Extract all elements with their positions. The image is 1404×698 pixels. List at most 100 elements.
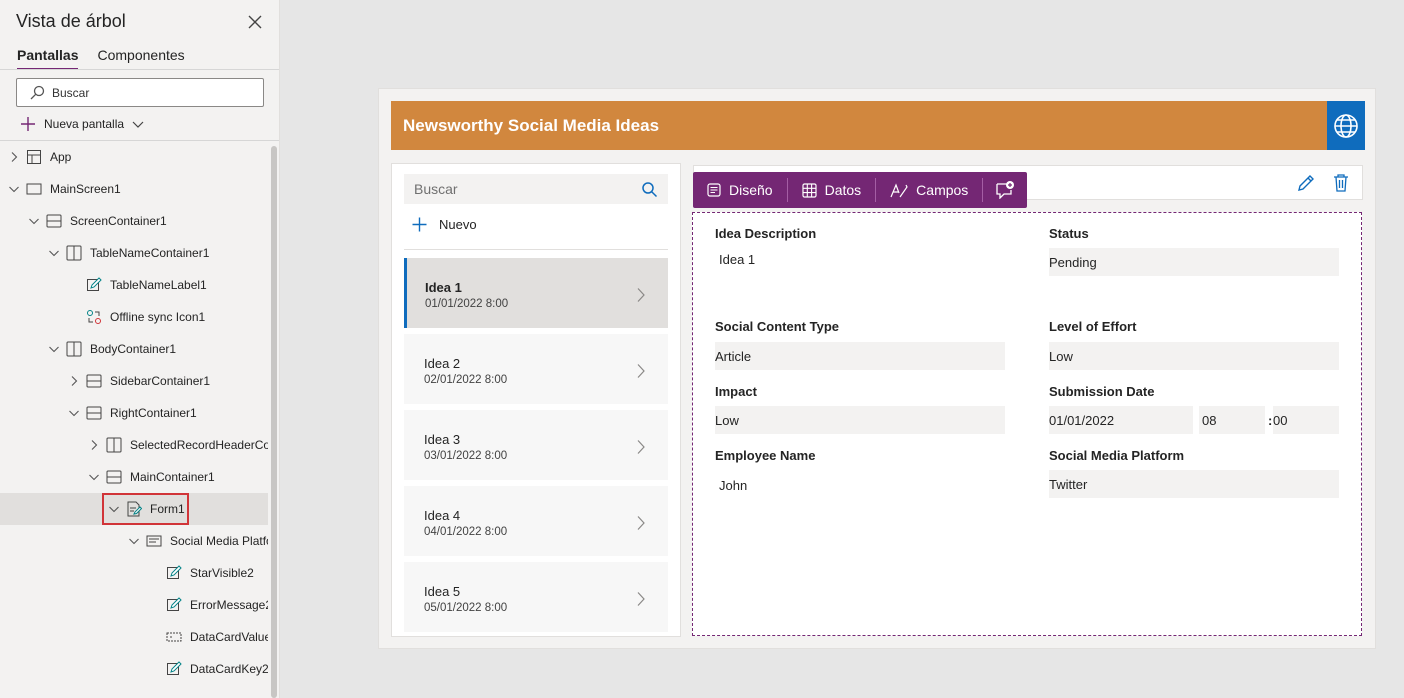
search-icon <box>642 181 658 197</box>
chevron-down-icon[interactable] <box>48 343 60 355</box>
tree-node-label: BodyContainer1 <box>90 342 177 356</box>
tree-node[interactable]: DataCardKey2 <box>0 653 268 685</box>
date-picker[interactable]: 01/01/2022 <box>1049 406 1193 434</box>
screen-icon <box>26 181 42 197</box>
field-input-social-media-platform[interactable]: Twitter <box>1049 470 1339 498</box>
chevron-down-icon[interactable] <box>108 503 120 515</box>
tree-node-label: MainScreen1 <box>50 182 121 196</box>
chevron-right-icon <box>636 439 646 458</box>
tree-node[interactable]: StarVisible2 <box>0 557 268 589</box>
form1[interactable]: Idea Description Idea 1 Status Pending S… <box>692 212 1362 636</box>
tree-node[interactable]: Offline sync Icon1 <box>0 301 268 333</box>
new-screen-button[interactable]: Nueva pantalla <box>20 116 144 132</box>
minute-dropdown[interactable]: 00 <box>1273 406 1339 434</box>
tree-node[interactable]: SidebarContainer1 <box>0 365 268 397</box>
divider <box>404 249 668 250</box>
tree-node[interactable]: ErrorMessage2 <box>0 589 268 621</box>
field-input-impact[interactable]: Low <box>715 406 1005 434</box>
sidebar-search-input[interactable]: Buscar <box>404 174 668 204</box>
hour-dropdown[interactable]: 08 <box>1199 406 1265 434</box>
tree-view-panel: Vista de árbol Pantallas Componentes Bus… <box>0 0 280 698</box>
edit-button[interactable] <box>1296 173 1316 196</box>
table-icon <box>801 182 817 198</box>
tree-node[interactable]: SelectedRecordHeaderContainer1 <box>0 429 268 461</box>
globe-icon <box>1334 113 1358 138</box>
scrollbar[interactable] <box>271 146 277 698</box>
tree-node[interactable]: ScreenContainer1 <box>0 205 268 237</box>
design-button[interactable]: Diseño <box>693 172 787 208</box>
tree-search-input[interactable]: Buscar <box>16 78 264 107</box>
chevron-right-icon[interactable] <box>8 151 20 163</box>
tab-screens[interactable]: Pantallas <box>17 47 79 70</box>
tree-node[interactable]: App <box>0 141 268 173</box>
tree-node-label: TableNameContainer1 <box>90 246 210 260</box>
pencil-icon <box>1298 175 1314 191</box>
tree-node[interactable]: TableNameLabel1 <box>0 269 268 301</box>
app-icon <box>26 149 42 165</box>
chevron-down-icon <box>132 121 144 128</box>
chevron-down-icon[interactable] <box>8 183 20 195</box>
list-item[interactable]: Idea 4 04/01/2022 8:00 <box>404 486 668 556</box>
chevron-down-icon[interactable] <box>48 247 60 259</box>
data-button[interactable]: Datos <box>788 172 876 208</box>
tree-node-label: Social Media Platform_DataCard1 <box>170 534 268 548</box>
new-screen-label: Nueva pantalla <box>44 117 125 131</box>
fields-button[interactable]: Campos <box>876 172 982 208</box>
comment-button[interactable] <box>983 172 1027 208</box>
item-date: 01/01/2022 8:00 <box>425 298 509 310</box>
field-input-level-of-effort[interactable]: Low <box>1049 342 1339 370</box>
tree-node[interactable]: MainScreen1 <box>0 173 268 205</box>
item-date: 02/01/2022 8:00 <box>424 374 508 386</box>
field-input-social-content-type[interactable]: Article <box>715 342 1005 370</box>
list-item[interactable]: Idea 1 01/01/2022 8:00 <box>404 258 668 328</box>
delete-button[interactable] <box>1332 173 1350 196</box>
offline-sync-icon <box>86 309 102 325</box>
tree-node[interactable]: RightContainer1 <box>0 397 268 429</box>
label-icon <box>166 661 182 677</box>
tree-node[interactable]: Form1 <box>0 493 268 525</box>
chevron-right-icon <box>636 363 646 382</box>
chevron-down-icon[interactable] <box>28 215 40 227</box>
tab-components[interactable]: Componentes <box>97 47 184 70</box>
list-item[interactable]: Idea 5 05/01/2022 8:00 <box>404 562 668 632</box>
tree-node-label: Offline sync Icon1 <box>110 310 206 324</box>
item-title: Idea 1 <box>425 280 462 295</box>
tree-node[interactable]: TableNameContainer1 <box>0 237 268 269</box>
tree-node-label: TableNameLabel1 <box>110 278 207 292</box>
close-button[interactable] <box>245 12 265 32</box>
horizontal-container-icon <box>106 437 122 453</box>
field-value-employee-name[interactable]: John <box>719 478 747 493</box>
new-record-label: Nuevo <box>439 217 477 232</box>
tree-node[interactable]: MainContainer1 <box>0 461 268 493</box>
tree-node[interactable]: DataCardValue2 <box>0 621 268 653</box>
card-icon <box>146 533 162 549</box>
chevron-down-icon[interactable] <box>88 471 100 483</box>
divider <box>0 69 279 70</box>
field-input-status[interactable]: Pending <box>1049 248 1339 276</box>
vertical-container-icon <box>86 405 102 421</box>
data-label: Datos <box>824 182 862 198</box>
textinput-icon <box>166 629 182 645</box>
chevron-down-icon[interactable] <box>128 535 140 547</box>
sidebar-search-placeholder: Buscar <box>414 181 458 197</box>
list-item[interactable]: Idea 2 02/01/2022 8:00 <box>404 334 668 404</box>
label-icon <box>86 277 102 293</box>
tree-node-label: ErrorMessage2 <box>190 598 268 612</box>
list-item[interactable]: Idea 3 03/01/2022 8:00 <box>404 410 668 480</box>
tree-node[interactable]: Social Media Platform_DataCard1 <box>0 525 268 557</box>
tree-node[interactable]: BodyContainer1 <box>0 333 268 365</box>
vertical-container-icon <box>106 469 122 485</box>
offline-sync-button[interactable] <box>1327 101 1365 150</box>
horizontal-container-icon <box>66 341 82 357</box>
tree-node-label: SidebarContainer1 <box>110 374 211 388</box>
chevron-down-icon[interactable] <box>68 407 80 419</box>
comment-add-icon <box>996 181 1015 199</box>
field-value-idea-description[interactable]: Idea 1 <box>719 252 755 267</box>
time-separator: : <box>1268 413 1273 428</box>
panel-title: Vista de árbol <box>16 11 126 31</box>
new-record-button[interactable]: Nuevo <box>412 217 477 232</box>
chevron-right-icon[interactable] <box>68 375 80 387</box>
app-title: Newsworthy Social Media Ideas <box>403 115 660 135</box>
chevron-right-icon[interactable] <box>88 439 100 451</box>
plus-icon <box>412 217 427 232</box>
